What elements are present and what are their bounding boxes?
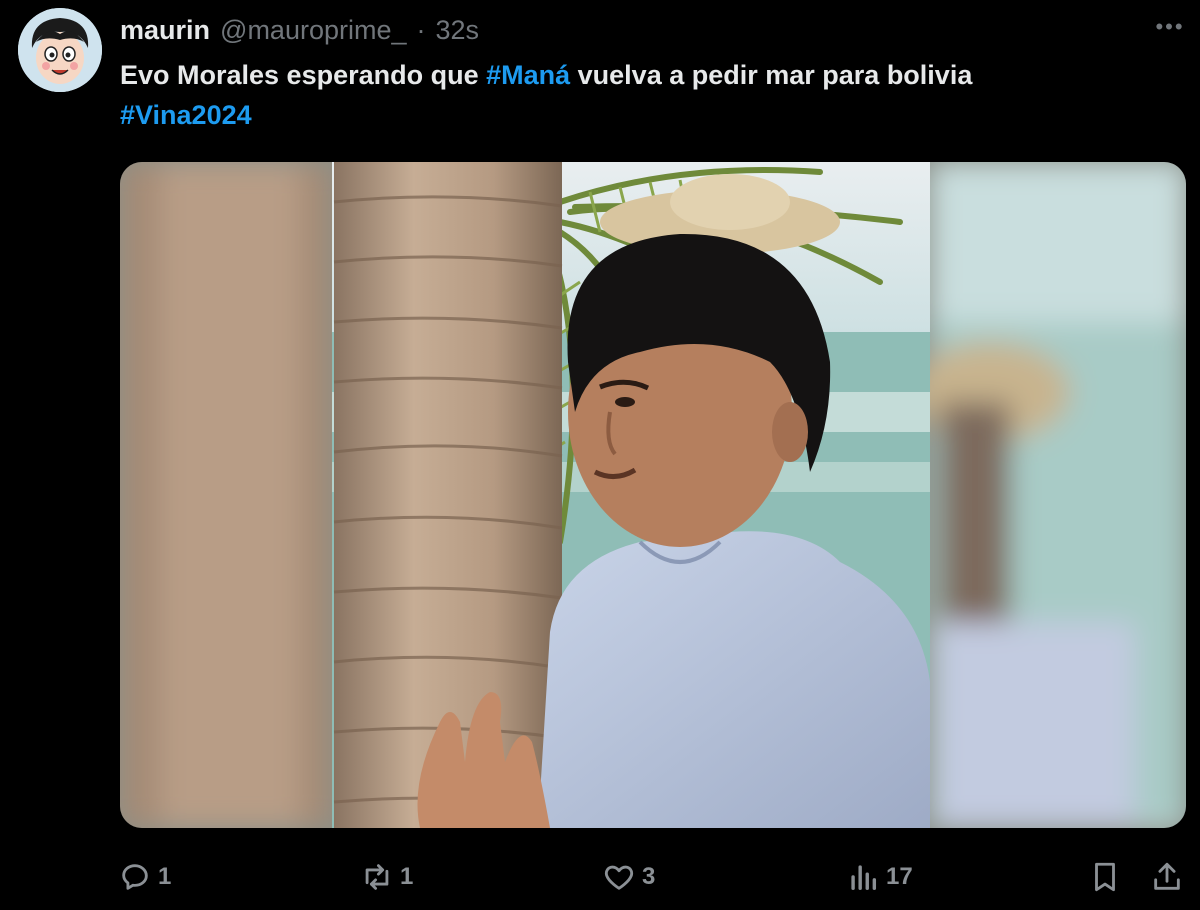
separator-dot: · <box>416 14 426 45</box>
tweet-media-image[interactable] <box>120 162 1186 828</box>
tweet-action-bar: 1 1 3 17 <box>0 852 1200 902</box>
tweet-text-part2: vuelva a pedir mar para bolivia <box>570 60 973 90</box>
share-icon <box>1154 862 1180 890</box>
timestamp[interactable]: 32s <box>436 15 480 46</box>
repost-button[interactable]: 1 <box>360 852 413 902</box>
bookmark-icon <box>1095 862 1115 892</box>
more-options-button[interactable]: ••• <box>1148 12 1192 42</box>
reply-icon <box>122 864 148 890</box>
repost-icon <box>365 864 389 890</box>
repost-count: 1 <box>400 863 414 890</box>
display-name[interactable]: maurin <box>120 15 210 46</box>
hashtag-vina2024[interactable]: #Vina2024 <box>120 100 252 130</box>
more-dots-icon: ••• <box>1155 14 1185 39</box>
heart-icon <box>604 865 634 890</box>
like-button[interactable]: 3 <box>602 852 655 902</box>
views-button[interactable]: 17 <box>846 852 913 902</box>
hashtag-mana[interactable]: #Maná <box>486 60 570 90</box>
tweet-header: maurin @mauroprime_ · 32s <box>120 12 479 48</box>
views-count: 17 <box>886 863 913 890</box>
bookmark-button[interactable] <box>1088 852 1122 902</box>
tweet-text: Evo Morales esperando que #Maná vuelva a… <box>120 55 1160 135</box>
share-button[interactable] <box>1150 852 1184 902</box>
user-handle[interactable]: @mauroprime_ <box>220 15 406 46</box>
tweet-text-part1: Evo Morales esperando que <box>120 60 487 90</box>
user-avatar[interactable] <box>18 8 102 92</box>
cartoon-avatar-icon <box>18 8 102 92</box>
reply-button[interactable]: 1 <box>118 852 171 902</box>
media-photo <box>120 162 1186 828</box>
like-count: 3 <box>642 863 656 890</box>
views-chart-icon <box>851 865 877 891</box>
reply-count: 1 <box>158 863 172 890</box>
